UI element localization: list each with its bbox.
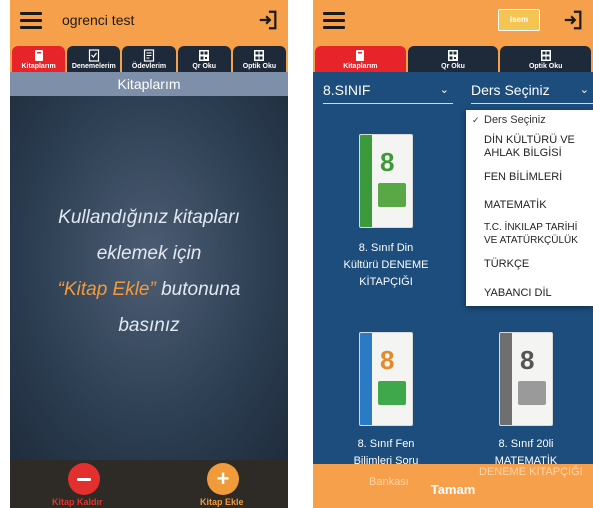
remove-book-label[interactable]: Kitap Kaldır: [52, 497, 103, 507]
minus-icon: [77, 477, 91, 481]
bottom-action-bar: Kitap Kaldır + Kitap Ekle: [10, 460, 288, 508]
remove-book-button[interactable]: [68, 463, 100, 495]
course-option[interactable]: VE ATATÜRKÇÜLÜK: [484, 234, 578, 247]
chevron-down-icon: ⌄: [579, 84, 589, 96]
message-text: butonuna: [155, 279, 241, 300]
qr-code-icon: [199, 50, 210, 61]
qr-code-icon: [448, 50, 458, 61]
class-select[interactable]: 8.SINIF ⌄: [323, 78, 453, 104]
tab-label: Denemelerim: [71, 63, 116, 70]
cover-band: [360, 135, 372, 227]
right-screen: isem Kitaplarım Qr Oku Optik Oku 8.SINIF…: [313, 0, 593, 508]
empty-state-message: Kullandığınız kitapları eklemek için “Ki…: [10, 200, 288, 344]
footer-bar: Bankası DENEME KİTAPÇIĞI Tamam: [313, 464, 593, 508]
message-line: eklemek için: [96, 243, 202, 264]
filter-row: 8.SINIF ⌄ Ders Seçiniz ⌄: [313, 72, 593, 108]
tab-qr-oku[interactable]: Qr Oku: [177, 46, 231, 72]
cover-band: [360, 333, 372, 425]
book-title-line: DENEME KİTAPÇIĞI: [479, 466, 583, 478]
tab-odevlerim[interactable]: Ödevlerim: [122, 46, 176, 72]
logout-icon[interactable]: [257, 9, 279, 31]
book-cover[interactable]: 8: [359, 134, 413, 228]
book-title-line: 8. Sınıf 20li: [498, 438, 554, 450]
tab-kitaplarim[interactable]: Kitaplarım: [315, 46, 406, 72]
tab-bar: Kitaplarım Denemelerim Ödevlerim Qr Oku …: [10, 42, 288, 72]
message-line: basınız: [118, 315, 180, 336]
tab-qr-oku[interactable]: Qr Oku: [407, 46, 499, 72]
app-title: ogrenci test: [62, 12, 135, 28]
plus-icon: +: [216, 466, 230, 491]
course-option[interactable]: Ders Seçiniz: [484, 114, 546, 127]
exam-icon: [88, 49, 99, 62]
tab-label: Ödevlerim: [131, 63, 167, 70]
book-title-line: 8. Sınıf Fen: [357, 438, 415, 450]
tab-kitaplarim[interactable]: Kitaplarım: [12, 46, 66, 72]
message-highlight: “Kitap Ekle”: [57, 279, 156, 300]
book-icon: [34, 50, 43, 61]
cover-art: [378, 183, 406, 207]
course-option[interactable]: MATEMATİK: [484, 199, 547, 212]
optic-form-icon: [540, 50, 551, 61]
chevron-down-icon: ⌄: [439, 84, 449, 96]
book-cover[interactable]: 8: [499, 332, 553, 426]
tab-optik-oku[interactable]: Optik Oku: [500, 46, 592, 72]
brand-logo: isem: [498, 9, 540, 31]
course-option[interactable]: DİN KÜLTÜRÜ VE: [484, 134, 575, 147]
section-title: Kitaplarım: [10, 72, 288, 96]
book-cover[interactable]: 8: [359, 332, 413, 426]
empty-state-panel: Kullandığınız kitapları eklemek için “Ki…: [10, 96, 288, 460]
message-line: “Kitap Ekle” butonuna: [10, 272, 288, 308]
course-dropdown-menu: ✓ Ders Seçiniz DİN KÜLTÜRÜ VE AHLAK BİLG…: [466, 110, 593, 306]
add-book-button[interactable]: +: [207, 463, 239, 495]
course-option[interactable]: T.C. İNKILAP TARİHİ: [484, 221, 577, 234]
book-icon: [356, 50, 365, 61]
top-bar: isem: [313, 0, 593, 42]
logout-icon[interactable]: [562, 9, 584, 31]
tab-denemelerim[interactable]: Denemelerim: [67, 46, 121, 72]
tab-label: Kitaplarım: [343, 63, 378, 70]
course-option[interactable]: YABANCI DİL: [484, 287, 552, 300]
course-option[interactable]: AHLAK BİLGİSİ: [484, 147, 562, 160]
tab-label: Optik Oku: [528, 63, 563, 70]
top-bar: ogrenci test: [10, 0, 288, 42]
cover-mark: 8: [380, 147, 395, 177]
homework-icon: [143, 49, 155, 62]
book-title-line: 8. Sınıf Din: [358, 242, 414, 254]
tab-label: Optik Oku: [242, 63, 277, 70]
cover-mark: 8: [520, 345, 535, 375]
book-title-line: Kültürü DENEME: [343, 259, 429, 271]
course-select-value: Ders Seçiniz: [471, 82, 550, 98]
cover-art: [378, 381, 406, 405]
confirm-button[interactable]: Tamam: [313, 482, 593, 497]
message-line: Kullandığınız kitapları: [58, 207, 240, 228]
tab-bar: Kitaplarım Qr Oku Optik Oku: [313, 42, 593, 72]
menu-icon[interactable]: [20, 12, 42, 29]
cover-mark: 8: [380, 345, 395, 375]
book-title[interactable]: 8. Sınıf Din Kültürü DENEME KİTAPÇIĞI: [331, 240, 441, 291]
menu-icon[interactable]: [323, 12, 345, 29]
course-select[interactable]: Ders Seçiniz ⌄: [471, 78, 593, 104]
add-book-label[interactable]: Kitap Ekle: [200, 497, 244, 507]
book-title-line: KİTAPÇIĞI: [359, 276, 413, 288]
tab-optik-oku[interactable]: Optik Oku: [232, 46, 287, 72]
optic-form-icon: [254, 50, 265, 61]
check-icon: ✓: [472, 115, 480, 125]
tab-label: Kitaplarım: [21, 63, 56, 70]
tab-label: Qr Oku: [192, 63, 217, 70]
left-screen: ogrenci test Kitaplarım Denemelerim Ödev…: [10, 0, 288, 508]
class-select-value: 8.SINIF: [323, 82, 371, 98]
course-option[interactable]: TÜRKÇE: [484, 258, 529, 271]
cover-art: [518, 381, 546, 405]
tab-label: Qr Oku: [441, 63, 465, 70]
cover-band: [500, 333, 512, 425]
course-option[interactable]: FEN BİLİMLERİ: [484, 171, 562, 184]
